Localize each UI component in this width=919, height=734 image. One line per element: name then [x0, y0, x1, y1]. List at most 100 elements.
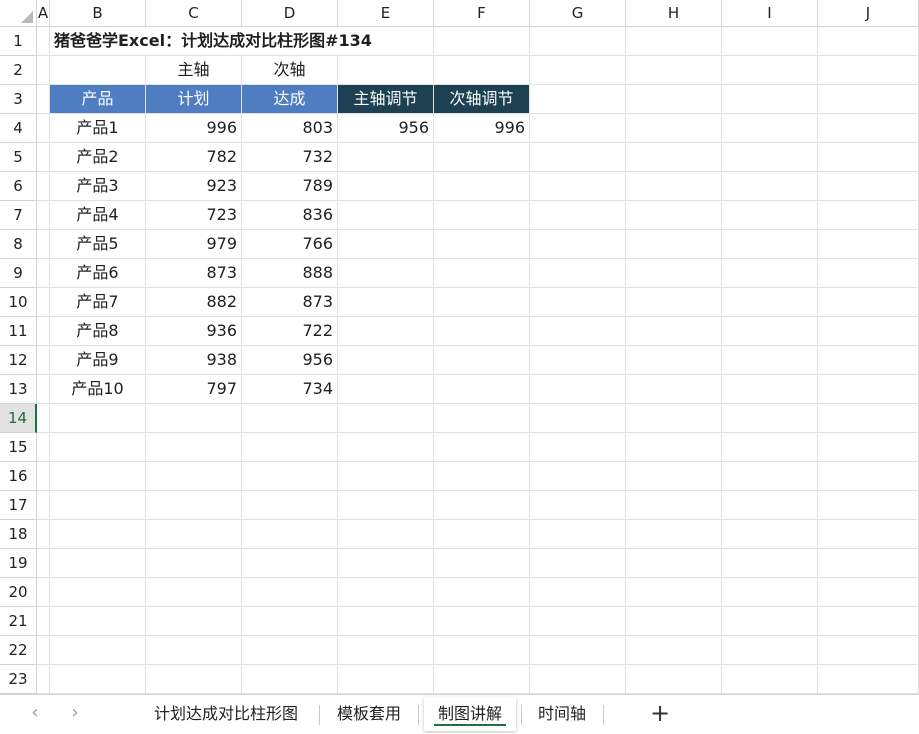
product-cell[interactable]: 产品5 [50, 230, 146, 259]
cell-h23[interactable] [626, 665, 722, 694]
sheet-tab-template[interactable]: 模板套用 [325, 697, 413, 731]
cell-b16[interactable] [50, 462, 146, 491]
cell-g12[interactable] [530, 346, 626, 375]
cell-e16[interactable] [338, 462, 434, 491]
header-product[interactable]: 产品 [50, 85, 146, 114]
cell-g1[interactable] [530, 27, 626, 56]
cell-i22[interactable] [722, 636, 818, 665]
column-header-h[interactable]: H [626, 0, 722, 27]
column-header-i[interactable]: I [722, 0, 818, 27]
cell-a7[interactable] [37, 201, 50, 230]
cell-h18[interactable] [626, 520, 722, 549]
primary-adjust-cell[interactable] [338, 201, 434, 230]
row-header-12[interactable]: 12 [0, 346, 37, 375]
cell-e23[interactable] [338, 665, 434, 694]
cell-c20[interactable] [146, 578, 242, 607]
cell-i13[interactable] [722, 375, 818, 404]
cell-g19[interactable] [530, 549, 626, 578]
cell-g18[interactable] [530, 520, 626, 549]
cell-h20[interactable] [626, 578, 722, 607]
cell-g11[interactable] [530, 317, 626, 346]
cell-j11[interactable] [818, 317, 919, 346]
cell-g16[interactable] [530, 462, 626, 491]
cell-g15[interactable] [530, 433, 626, 462]
cell-f21[interactable] [434, 607, 530, 636]
cell-i23[interactable] [722, 665, 818, 694]
cell-a20[interactable] [37, 578, 50, 607]
secondary-adjust-cell[interactable] [434, 346, 530, 375]
cell-i3[interactable] [722, 85, 818, 114]
row-header-23[interactable]: 23 [0, 665, 37, 694]
row-header-2[interactable]: 2 [0, 56, 37, 85]
product-cell[interactable]: 产品2 [50, 143, 146, 172]
cell-f16[interactable] [434, 462, 530, 491]
column-header-g[interactable]: G [530, 0, 626, 27]
row-header-8[interactable]: 8 [0, 230, 37, 259]
row-header-6[interactable]: 6 [0, 172, 37, 201]
cell-a22[interactable] [37, 636, 50, 665]
cell-d22[interactable] [242, 636, 338, 665]
cell-j3[interactable] [818, 85, 919, 114]
cell-a9[interactable] [37, 259, 50, 288]
product-cell[interactable]: 产品6 [50, 259, 146, 288]
cell-j23[interactable] [818, 665, 919, 694]
primary-adjust-cell[interactable] [338, 346, 434, 375]
cell-i6[interactable] [722, 172, 818, 201]
cell-h2[interactable] [626, 56, 722, 85]
primary-adjust-cell[interactable] [338, 259, 434, 288]
cell-i1[interactable] [722, 27, 818, 56]
cell-g2[interactable] [530, 56, 626, 85]
cell-g17[interactable] [530, 491, 626, 520]
header-plan[interactable]: 计划 [146, 85, 242, 114]
cell-i9[interactable] [722, 259, 818, 288]
column-header-f[interactable]: F [434, 0, 530, 27]
select-all-corner[interactable] [0, 0, 37, 27]
cell-b17[interactable] [50, 491, 146, 520]
row-header-13[interactable]: 13 [0, 375, 37, 404]
cell-g13[interactable] [530, 375, 626, 404]
cell-h8[interactable] [626, 230, 722, 259]
actual-cell[interactable]: 836 [242, 201, 338, 230]
cell-c22[interactable] [146, 636, 242, 665]
cell-j4[interactable] [818, 114, 919, 143]
cell-i19[interactable] [722, 549, 818, 578]
primary-adjust-cell[interactable] [338, 230, 434, 259]
cell-h1[interactable] [626, 27, 722, 56]
cell-a1[interactable] [37, 27, 50, 56]
cell-h4[interactable] [626, 114, 722, 143]
plan-cell[interactable]: 979 [146, 230, 242, 259]
cell-d18[interactable] [242, 520, 338, 549]
row-header-18[interactable]: 18 [0, 520, 37, 549]
cell-i21[interactable] [722, 607, 818, 636]
cell-g21[interactable] [530, 607, 626, 636]
cell-j17[interactable] [818, 491, 919, 520]
cell-f23[interactable] [434, 665, 530, 694]
cell-f19[interactable] [434, 549, 530, 578]
cell-j18[interactable] [818, 520, 919, 549]
row-header-1[interactable]: 1 [0, 27, 37, 56]
cell-j13[interactable] [818, 375, 919, 404]
plan-cell[interactable]: 782 [146, 143, 242, 172]
cell-h9[interactable] [626, 259, 722, 288]
header-secondary-adjust[interactable]: 次轴调节 [434, 85, 530, 114]
cell-f1[interactable] [434, 27, 530, 56]
plus-icon[interactable]: + [647, 699, 673, 727]
primary-adjust-cell[interactable] [338, 375, 434, 404]
cell-j6[interactable] [818, 172, 919, 201]
cell-a14[interactable] [37, 404, 50, 433]
cell-i5[interactable] [722, 143, 818, 172]
cell-a23[interactable] [37, 665, 50, 694]
cell-f18[interactable] [434, 520, 530, 549]
cell-b23[interactable] [50, 665, 146, 694]
row-header-9[interactable]: 9 [0, 259, 37, 288]
cell-a4[interactable] [37, 114, 50, 143]
cell-j21[interactable] [818, 607, 919, 636]
chevron-left-icon[interactable]: ‹ [25, 703, 45, 723]
cell-a11[interactable] [37, 317, 50, 346]
cell-c23[interactable] [146, 665, 242, 694]
secondary-adjust-cell[interactable] [434, 143, 530, 172]
cell-h19[interactable] [626, 549, 722, 578]
row-header-7[interactable]: 7 [0, 201, 37, 230]
product-cell[interactable]: 产品7 [50, 288, 146, 317]
cell-g20[interactable] [530, 578, 626, 607]
